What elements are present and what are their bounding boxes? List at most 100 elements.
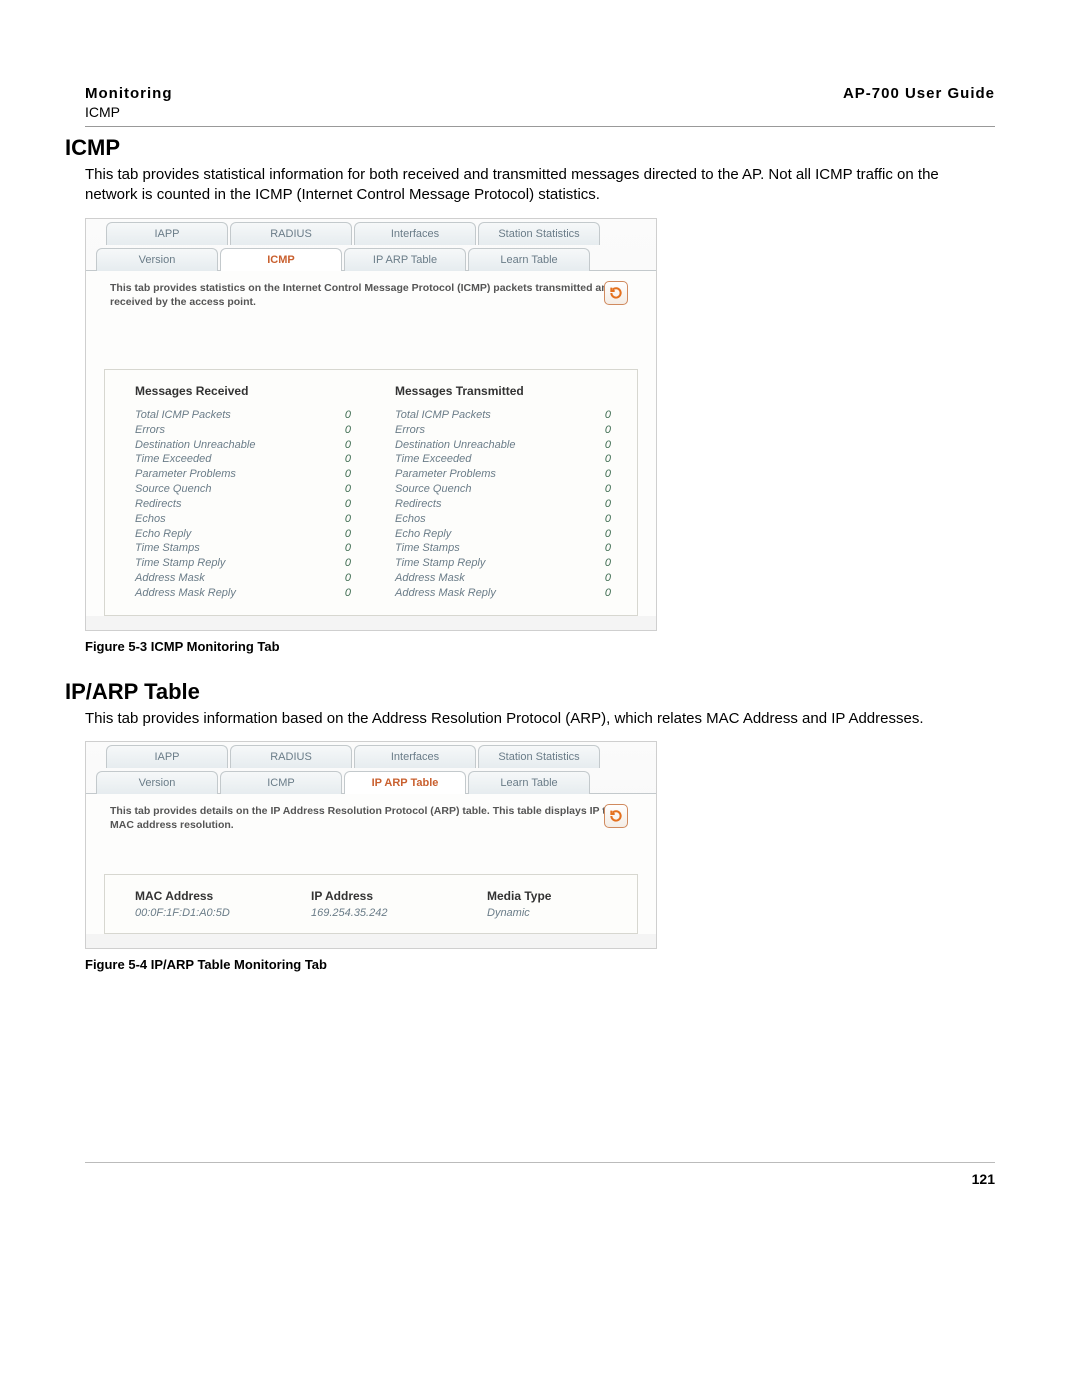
stat-row: Errors 0 [395,423,655,438]
stat-label: Address Mask [395,571,465,586]
arp-column-value: Dynamic [487,907,663,919]
stat-row: Redirects0 [135,497,395,512]
stat-value: 0 [345,467,351,482]
stat-value: 0 [345,571,351,586]
stat-row: Total ICMP Packets0 [395,408,655,423]
stat-row: Time Stamps 0 [395,541,655,556]
guide-title: AP-700 User Guide [843,85,995,120]
stat-label: Echo Reply [395,527,451,542]
stat-value: 0 [345,423,351,438]
stat-value: 0 [605,452,611,467]
stat-row: Echos0 [135,512,395,527]
stat-label: Errors [135,423,165,438]
stat-value: 0 [605,571,611,586]
arp-column: IP Address 169.254.35.242 [311,889,487,919]
tab-iapp[interactable]: IAPP [106,745,228,768]
tab-radius[interactable]: RADIUS [230,745,352,768]
stat-value: 0 [345,512,351,527]
stat-value: 0 [605,556,611,571]
tab-interfaces[interactable]: Interfaces [354,745,476,768]
section-heading-icmp: ICMP [65,135,995,161]
section-body-icmp: This tab provides statistical informatio… [85,165,995,206]
stat-value: 0 [345,541,351,556]
arp-column: MAC Address00:0F:1F:D1:A0:5D [135,889,311,919]
figure-caption-2: Figure 5-4 IP/ARP Table Monitoring Tab [85,957,995,972]
stat-label: Redirects [395,497,441,512]
header-subsection: ICMP [85,104,172,120]
stat-label: Time Exceeded [135,452,211,467]
screenshot-icmp: IAPPRADIUSInterfacesStation Statistics V… [85,218,657,631]
arp-column-header: Media Type [487,889,663,903]
stat-row: Time Exceeded 0 [135,452,395,467]
stat-row: Address Mask Reply0 [135,586,395,601]
header-section: Monitoring [85,85,172,102]
tab-learn-table[interactable]: Learn Table [468,248,590,271]
stat-row: Source Quench0 [135,482,395,497]
stat-value: 0 [345,408,351,423]
tab-ip-arp-table[interactable]: IP ARP Table [344,248,466,271]
tab-version[interactable]: Version [96,771,218,794]
tab-station-statistics[interactable]: Station Statistics [478,745,600,768]
refresh-button[interactable] [604,281,628,305]
arp-column-value: 169.254.35.242 [311,907,487,919]
stat-row: Parameter Problems 0 [135,467,395,482]
stat-value: 0 [605,467,611,482]
stat-row: Address Mask0 [135,571,395,586]
stat-row: Time Stamp Reply0 [395,556,655,571]
stat-row: Total ICMP Packets0 [135,408,395,423]
stat-row: Echo Reply 0 [395,527,655,542]
stat-value: 0 [605,541,611,556]
header-divider [85,126,995,127]
stat-value: 0 [345,452,351,467]
stat-label: Time Stamps [395,541,460,556]
stat-row: Redirects 0 [395,497,655,512]
stat-label: Time Stamp Reply [135,556,225,571]
stat-row: Destination Unreachable0 [135,438,395,453]
stat-value: 0 [345,556,351,571]
page-number: 121 [85,1171,995,1187]
stat-label: Address Mask Reply [135,586,236,601]
stat-value: 0 [605,438,611,453]
tab-interfaces[interactable]: Interfaces [354,222,476,245]
stat-row: Time Exceeded 0 [395,452,655,467]
stat-value: 0 [345,482,351,497]
stat-value: 0 [605,423,611,438]
stat-value: 0 [605,482,611,497]
stat-row: Echos0 [395,512,655,527]
refresh-icon [608,285,624,301]
stat-row: Source Quench0 [395,482,655,497]
stat-value: 0 [605,497,611,512]
stat-label: Address Mask Reply [395,586,496,601]
stat-label: Destination Unreachable [395,438,515,453]
tab-icmp[interactable]: ICMP [220,771,342,794]
tab-version[interactable]: Version [96,248,218,271]
stat-value: 0 [605,527,611,542]
stat-label: Parameter Problems [135,467,236,482]
tab-ip-arp-table[interactable]: IP ARP Table [344,771,466,794]
tab-learn-table[interactable]: Learn Table [468,771,590,794]
tab-station-statistics[interactable]: Station Statistics [478,222,600,245]
refresh-button[interactable] [604,804,628,828]
stat-row: Errors 0 [135,423,395,438]
stat-label: Redirects [135,497,181,512]
stat-row: Time Stamp Reply 0 [135,556,395,571]
stat-label: Echo Reply [135,527,191,542]
stat-row: Address Mask Reply0 [395,586,655,601]
col-title-received: Messages Received [135,384,395,398]
tab-radius[interactable]: RADIUS [230,222,352,245]
arp-column: Media Type Dynamic [487,889,663,919]
section-body-iparp: This tab provides information based on t… [85,709,995,729]
refresh-icon [608,808,624,824]
col-title-transmitted: Messages Transmitted [395,384,655,398]
stat-value: 0 [345,527,351,542]
tab-iapp[interactable]: IAPP [106,222,228,245]
arp-column-header: MAC Address [135,889,311,903]
stat-label: Errors [395,423,425,438]
footer-divider [85,1162,995,1163]
screenshot-iparp: IAPPRADIUSInterfacesStation Statistics V… [85,741,657,949]
arp-column-header: IP Address [311,889,487,903]
tab-icmp[interactable]: ICMP [220,248,342,271]
stat-value: 0 [605,512,611,527]
stat-label: Time Exceeded [395,452,471,467]
stat-value: 0 [345,438,351,453]
